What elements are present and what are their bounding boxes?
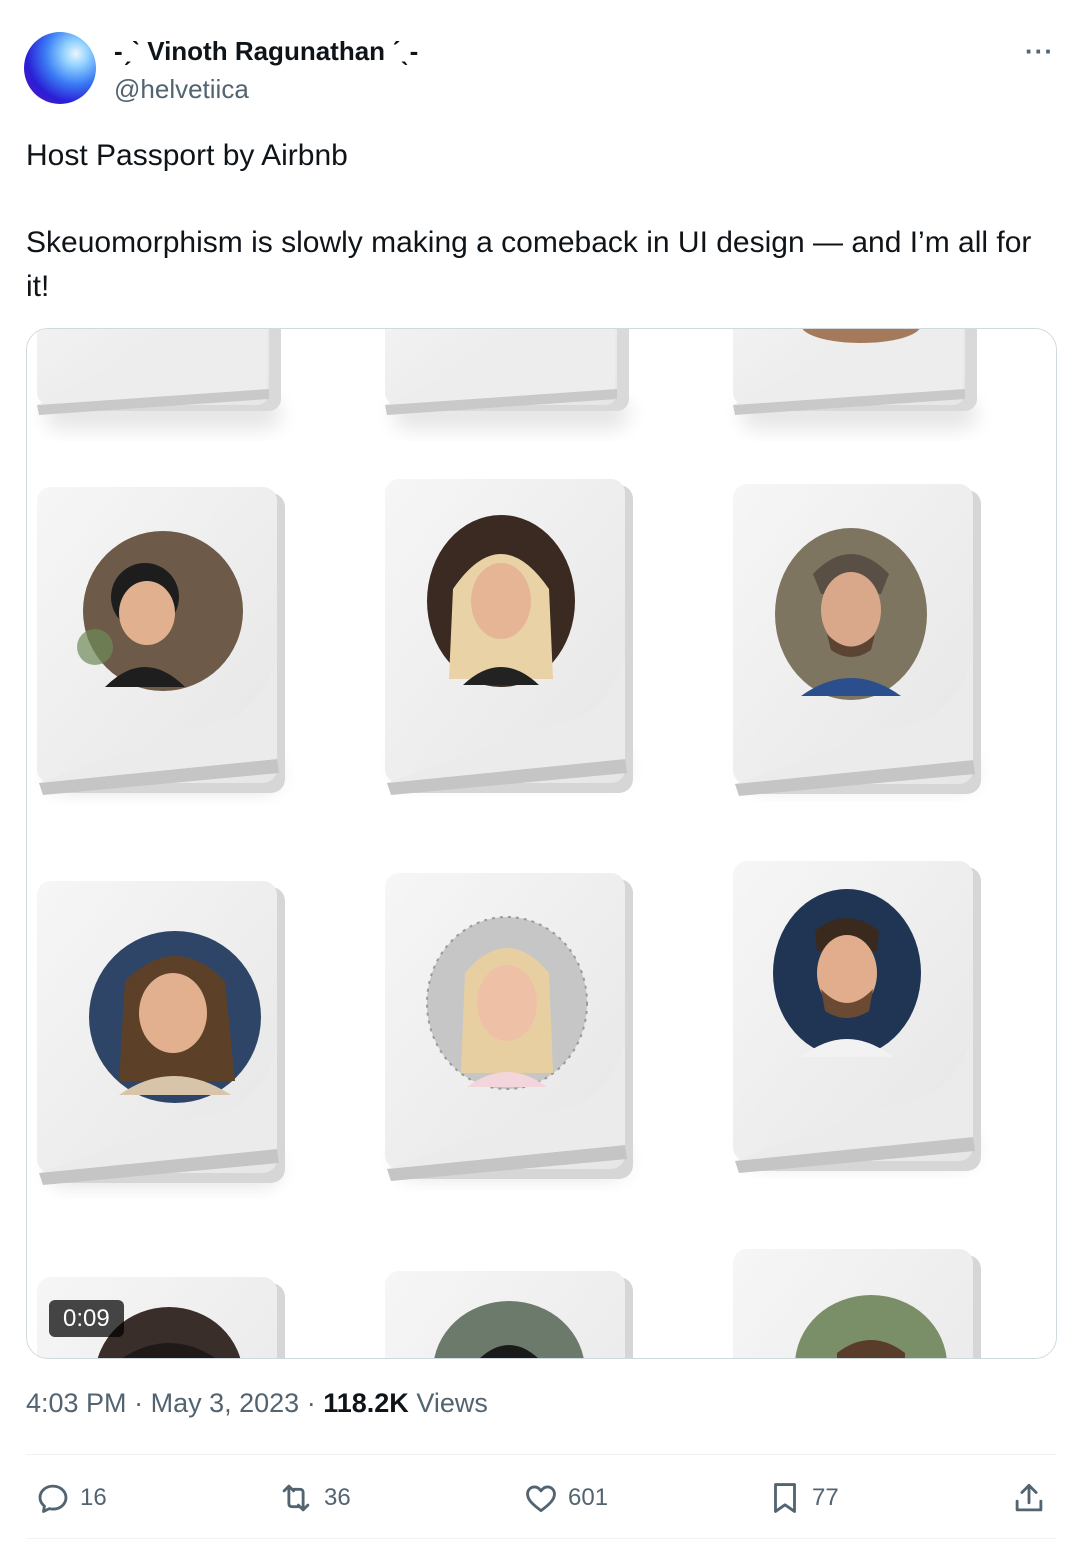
tweet-meta: 4:03 PM · May 3, 2023 · 118.2K Views [26, 1388, 488, 1419]
bookmark-count: 77 [812, 1484, 839, 1511]
passport-book [385, 479, 633, 795]
passport-book [37, 487, 285, 795]
passport-book [385, 329, 629, 429]
passport-book [733, 484, 981, 796]
bookmark-button[interactable]: 77 [766, 1476, 839, 1520]
reply-button[interactable]: 16 [34, 1476, 107, 1520]
tweet-text: Host Passport by Airbnb Skeuomorphism is… [26, 134, 1056, 309]
meta-separator: · [306, 1388, 316, 1418]
divider [26, 1538, 1056, 1539]
passport-book [385, 1271, 633, 1358]
repost-button[interactable]: 36 [276, 1476, 351, 1520]
like-count: 601 [568, 1484, 609, 1511]
video-duration-badge: 0:09 [49, 1300, 124, 1337]
meta-separator: · [134, 1388, 144, 1418]
share-button[interactable] [1010, 1476, 1048, 1520]
views-count: 118.2K [323, 1388, 409, 1418]
like-button[interactable]: 601 [522, 1476, 608, 1520]
author-avatar[interactable] [24, 32, 96, 104]
share-icon [1015, 1483, 1043, 1512]
tweet-date[interactable]: May 3, 2023 [151, 1388, 300, 1418]
passport-book [37, 329, 281, 429]
reply-icon [38, 1484, 68, 1513]
bookmark-icon [774, 1483, 796, 1513]
heart-icon [526, 1485, 556, 1513]
divider [26, 1454, 1056, 1455]
tweet-header: -ˏˋ Vinoth Ragunathan ˊˎ- @helvetiica ··… [24, 32, 1060, 108]
passport-grid-illustration [27, 329, 1056, 1358]
repost-count: 36 [324, 1484, 351, 1511]
tweet-text-line: Host Passport by Airbnb [26, 139, 348, 172]
repost-icon [282, 1484, 310, 1512]
passport-book [37, 881, 285, 1185]
author-name[interactable]: -ˏˋ Vinoth Ragunathan ˊˎ- [114, 36, 418, 67]
passport-book [733, 861, 981, 1173]
passport-book [733, 1249, 981, 1358]
views-label: Views [416, 1388, 488, 1418]
more-options-icon[interactable]: ··· [1025, 36, 1054, 67]
tweet-time[interactable]: 4:03 PM [26, 1388, 127, 1418]
passport-book [385, 873, 633, 1181]
author-handle[interactable]: @helvetiica [114, 74, 249, 105]
passport-book [733, 329, 977, 429]
tweet-text-line: Skeuomorphism is slowly making a comebac… [26, 226, 1032, 303]
tweet-actions: 16 36 601 77 [26, 1462, 1056, 1534]
reply-count: 16 [80, 1484, 107, 1511]
tweet-video[interactable]: 0:09 [26, 328, 1057, 1359]
